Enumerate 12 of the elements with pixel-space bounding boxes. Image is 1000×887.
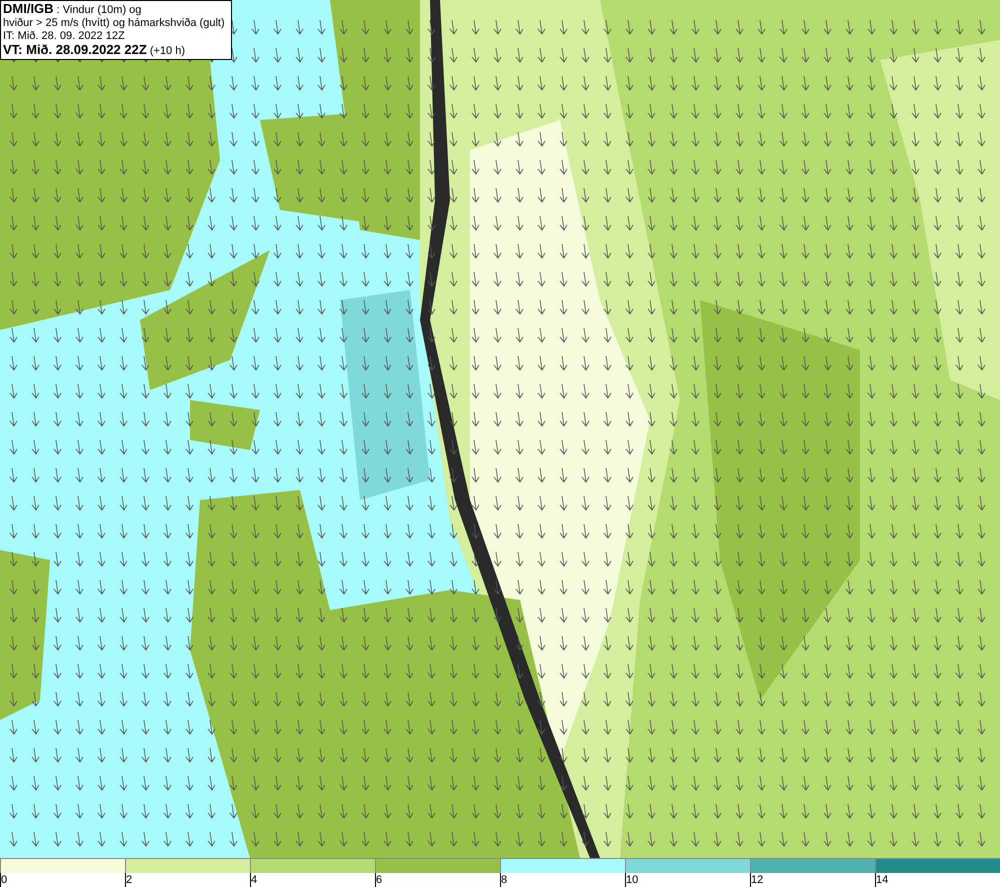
info-text: DMI/IGB : Vindur (10m) og [3,2,142,17]
legend-tick-label: 2 [126,874,132,886]
legend-tick-label: 14 [876,874,888,886]
legend-tick-label: 6 [376,874,382,886]
legend-tick-label: 4 [251,874,258,886]
info-text: hviður > 25 m/s (hvítt) og hámarkshviða (gult) [3,17,226,30]
legend-tick-label: 10 [626,874,638,886]
info-text: VT: Mið. 28.09.2022 22Z (+10 h) [3,43,186,58]
info-text: IT: Mið. 28. 09. 2022 12Z [3,30,126,43]
legend-tick-label: 8 [501,874,508,886]
legend-tick-label: 12 [751,874,764,886]
legend-tick-label: 0 [1,874,8,886]
